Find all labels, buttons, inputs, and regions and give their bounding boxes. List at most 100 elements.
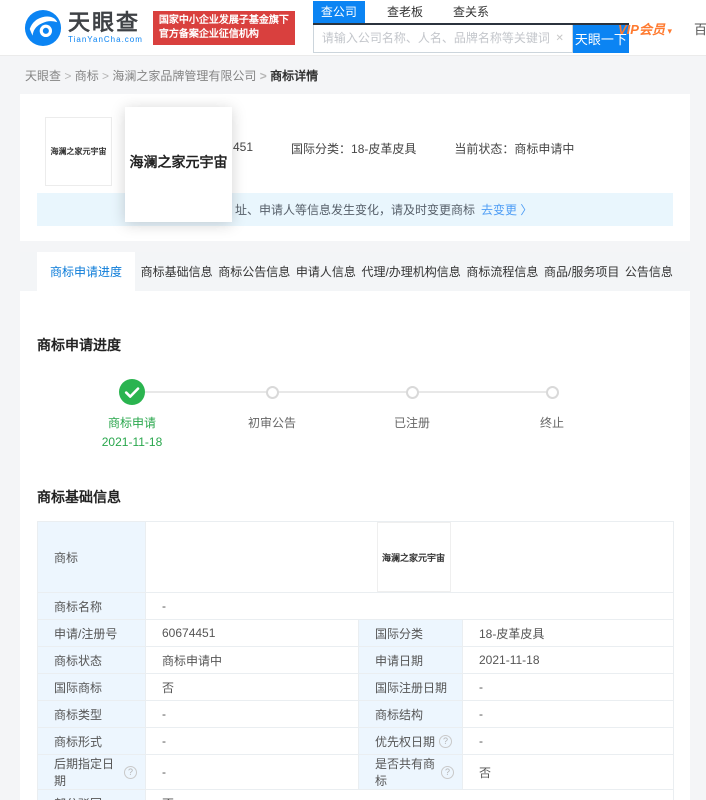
row-value: 否 — [462, 754, 674, 790]
row-value: 否 — [145, 789, 674, 800]
table-row: 部分驳回 否 — [37, 789, 674, 800]
table-row: 商标状态 商标申请中 申请日期 2021-11-18 — [37, 646, 674, 674]
eye-logo-icon — [24, 9, 62, 46]
step-preliminary-gazette: 初审公告 — [202, 379, 342, 449]
row-value: 18-皮革皮具 — [462, 619, 674, 647]
tab-gazette-info[interactable]: 商标公告信息 — [218, 252, 290, 291]
breadcrumb-current: 商标详情 — [256, 69, 318, 83]
step-date: 2021-11-18 — [101, 435, 163, 449]
table-row: 后期指定日期 - 是否共有商标 否 — [37, 754, 674, 790]
row-label: 国际分类 — [358, 619, 463, 647]
step-registered: 已注册 — [342, 379, 482, 449]
tab-announcement-info[interactable]: 公告信息 — [625, 252, 673, 291]
current-status: 当前状态：商标申请中 — [454, 142, 575, 156]
clear-icon[interactable] — [554, 33, 566, 44]
trademark-meta-row: 451 国际分类：18-皮革皮具 当前状态：商标申请中 — [233, 140, 574, 157]
help-icon[interactable] — [124, 765, 137, 779]
registration-number-partial: 451 — [233, 140, 254, 154]
tab-goods-services[interactable]: 商品/服务项目 — [544, 252, 619, 291]
trademark-image-text: 海澜之家元宇宙 — [381, 552, 445, 563]
tab-basic-info[interactable]: 商标基础信息 — [141, 252, 213, 291]
pending-circle-icon — [405, 385, 419, 399]
row-label: 优先权日期 — [358, 727, 463, 755]
tianyancha-logo[interactable]: 天眼查 TianYanCha.com — [24, 9, 143, 47]
trademark-image[interactable]: 海澜之家元宇宙 — [376, 522, 451, 592]
search-area: 查公司 查老板 查关系 天眼一下 — [312, 0, 629, 53]
search-tabs: 查公司 查老板 查关系 — [312, 0, 629, 25]
pending-circle-icon — [545, 385, 559, 399]
table-row: 商标 海澜之家元宇宙 — [37, 521, 674, 593]
trademark-thumbnail-text: 海澜之家元宇宙 — [50, 147, 107, 156]
breadcrumb-company[interactable]: 海澜之家品牌管理有限公司 — [99, 69, 257, 83]
brand-domain: TianYanCha.com — [68, 34, 143, 44]
step-application: 商标申请 2021-11-18 — [62, 379, 202, 449]
step-label: 初审公告 — [247, 416, 296, 430]
basic-info-table: 商标 海澜之家元宇宙 商标名称 - 申请/注册号 60674451 国际分类 1… — [37, 521, 674, 800]
row-value: - — [462, 700, 674, 728]
row-value: 60674451 — [145, 619, 359, 647]
step-terminated: 终止 — [482, 379, 622, 449]
row-value: - — [145, 754, 359, 790]
row-label: 部分驳回 — [37, 789, 146, 800]
trademark-header-card: 海澜之家元宇宙 海澜之家元宇宙 451 国际分类：18-皮革皮具 当前状态：商标… — [20, 94, 690, 241]
vip-member-menu[interactable]: VIP会员 — [618, 19, 672, 38]
search-input[interactable] — [321, 31, 554, 45]
breadcrumb-trademark[interactable]: 商标 — [61, 69, 99, 83]
progress-section-title: 商标申请进度 — [37, 337, 121, 353]
notice-text: 址、申请人等信息发生变化，请及时变更商标 — [235, 203, 476, 217]
row-label: 商标状态 — [37, 646, 146, 674]
row-label: 后期指定日期 — [37, 754, 146, 790]
tab-application-progress[interactable]: 商标申请进度 — [37, 252, 136, 291]
gov-certification-badge: 国家中小企业发展子基金旗下 官方备案企业征信机构 — [152, 10, 295, 45]
tab-applicant-info[interactable]: 申请人信息 — [296, 252, 356, 291]
tab-agency-info[interactable]: 代理/办理机构信息 — [361, 252, 460, 291]
table-row: 商标类型 - 商标结构 - — [37, 700, 674, 728]
row-value: 2021-11-18 — [462, 646, 674, 674]
step-label: 终止 — [539, 416, 564, 430]
row-label: 申请日期 — [358, 646, 463, 674]
row-label: 国际注册日期 — [358, 673, 463, 701]
help-icon[interactable] — [441, 765, 454, 779]
nav-item-baobao[interactable]: 百宝 — [694, 19, 706, 38]
search-tab-relation[interactable]: 查关系 — [445, 1, 497, 23]
row-value: - — [462, 673, 674, 701]
row-value: - — [145, 700, 359, 728]
table-row: 商标形式 - 优先权日期 - — [37, 727, 674, 755]
trademark-preview-text: 海澜之家元宇宙 — [129, 153, 228, 170]
pending-circle-icon — [265, 385, 279, 399]
step-label: 商标申请 — [107, 416, 156, 430]
search-box — [312, 24, 573, 53]
breadcrumb: 天眼查商标海澜之家品牌管理有限公司商标详情 — [0, 56, 706, 94]
row-value: 否 — [145, 673, 359, 701]
trademark-thumbnail[interactable]: 海澜之家元宇宙 — [45, 117, 112, 186]
search-tab-boss[interactable]: 查老板 — [379, 1, 431, 23]
row-label: 商标 — [37, 521, 146, 593]
badge-line2: 官方备案企业征信机构 — [158, 28, 259, 40]
go-change-link[interactable]: 去变更 〉 — [481, 201, 532, 218]
table-row: 申请/注册号 60674451 国际分类 18-皮革皮具 — [37, 619, 674, 647]
row-label: 商标类型 — [37, 700, 146, 728]
row-label: 申请/注册号 — [37, 619, 146, 647]
tab-process-info[interactable]: 商标流程信息 — [466, 252, 538, 291]
row-label: 是否共有商标 — [358, 754, 463, 790]
detail-tabbar: 商标申请进度 商标基础信息 商标公告信息 申请人信息 代理/办理机构信息 商标流… — [20, 252, 690, 291]
row-label: 商标名称 — [37, 592, 146, 620]
row-value: - — [145, 592, 674, 620]
step-label: 已注册 — [393, 416, 430, 430]
row-value: - — [462, 727, 674, 755]
trademark-image-cell: 海澜之家元宇宙 — [145, 521, 674, 593]
row-label: 商标结构 — [358, 700, 463, 728]
row-value: 商标申请中 — [145, 646, 359, 674]
brand-name: 天眼查 — [68, 9, 141, 35]
search-tab-company[interactable]: 查公司 — [312, 0, 365, 23]
trademark-preview-popup: 海澜之家元宇宙 — [125, 107, 232, 222]
top-nav: 天眼查 TianYanCha.com 国家中小企业发展子基金旗下 官方备案企业征… — [0, 0, 706, 56]
breadcrumb-home[interactable]: 天眼查 — [25, 69, 61, 83]
badge-line1: 国家中小企业发展子基金旗下 — [158, 14, 289, 26]
row-label: 国际商标 — [37, 673, 146, 701]
trademark-detail-card: 商标申请进度 商标基础信息 商标公告信息 申请人信息 代理/办理机构信息 商标流… — [20, 252, 690, 800]
basic-info-section-title: 商标基础信息 — [37, 489, 121, 505]
table-row: 国际商标 否 国际注册日期 - — [37, 673, 674, 701]
table-row: 商标名称 - — [37, 592, 674, 620]
help-icon[interactable] — [439, 734, 453, 748]
